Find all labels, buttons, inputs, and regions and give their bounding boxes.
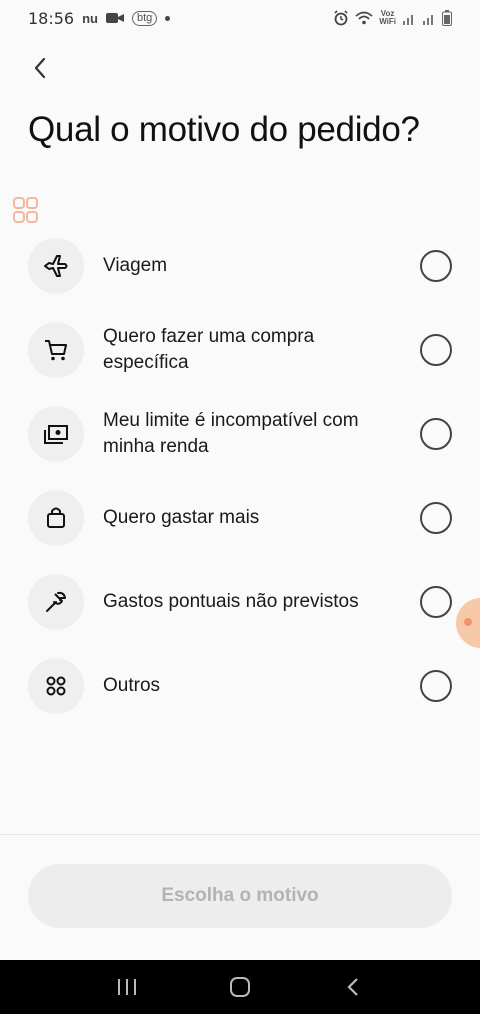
- page-title: Qual o motivo do pedido?: [28, 110, 420, 149]
- radio-button[interactable]: [420, 418, 452, 450]
- option-label: Viagem: [103, 255, 168, 276]
- back-arrow-icon: [347, 978, 359, 996]
- system-back-button[interactable]: [333, 967, 373, 1007]
- status-right: Voz WiFi: [333, 10, 452, 26]
- recent-apps-icon: [117, 979, 136, 995]
- footer-divider: [0, 834, 480, 835]
- signal-icon: [403, 15, 413, 25]
- recent-apps-button[interactable]: [107, 967, 147, 1007]
- back-button[interactable]: [24, 52, 56, 84]
- reason-options-list: Viagem Quero fazer uma compra específica…: [0, 224, 480, 728]
- signal-icon-2: [423, 15, 433, 25]
- radio-button[interactable]: [420, 502, 452, 534]
- radio-button[interactable]: [420, 250, 452, 282]
- notification-dot-icon: [165, 15, 171, 21]
- cart-icon: [28, 322, 84, 378]
- option-label: Outros: [103, 675, 161, 696]
- wifi-label: WiFi: [379, 17, 396, 26]
- radio-button[interactable]: [420, 586, 452, 618]
- option-limite-incompativel[interactable]: Meu limite é incompatível com minha rend…: [0, 392, 480, 476]
- airplane-icon: [28, 238, 84, 294]
- voz-wifi-icon: Voz WiFi: [379, 10, 396, 26]
- video-camera-icon: [106, 13, 124, 23]
- radio-button[interactable]: [420, 670, 452, 702]
- option-label: Meu limite é incompatível com minha rend…: [103, 410, 359, 457]
- option-viagem[interactable]: Viagem: [0, 224, 480, 308]
- alarm-icon: [334, 10, 348, 26]
- radio-button[interactable]: [420, 334, 452, 366]
- option-compra-especifica[interactable]: Quero fazer uma compra específica: [0, 308, 480, 392]
- bag-icon: [28, 490, 84, 546]
- home-icon: [229, 977, 250, 997]
- option-label: Quero gastar mais: [103, 507, 260, 528]
- tool-icon: [28, 574, 84, 630]
- chevron-left-icon: [34, 57, 46, 79]
- option-gastar-mais[interactable]: Quero gastar mais: [0, 476, 480, 560]
- status-bar: 18:56 nu btg Voz WiFi: [0, 0, 480, 36]
- battery-icon: [442, 10, 452, 26]
- status-left: 18:56 nu btg: [28, 8, 171, 28]
- watermark-logo-icon: [13, 197, 38, 223]
- wifi-icon: [355, 11, 373, 25]
- option-gastos-pontuais[interactable]: Gastos pontuais não previstos: [0, 560, 480, 644]
- system-nav-bar: [0, 960, 480, 1014]
- grid-icon: [28, 658, 84, 714]
- bubble-dot-icon: [464, 618, 472, 626]
- home-button[interactable]: [220, 967, 260, 1007]
- money-icon: [28, 406, 84, 462]
- status-time: 18:56: [28, 8, 75, 28]
- nu-app-icon: nu: [82, 10, 98, 26]
- btg-app-icon: btg: [132, 10, 158, 26]
- option-label: Gastos pontuais não previstos: [103, 591, 359, 612]
- option-outros[interactable]: Outros: [0, 644, 480, 728]
- choose-reason-button[interactable]: Escolha o motivo: [28, 864, 452, 928]
- option-label: Quero fazer uma compra específica: [103, 326, 315, 373]
